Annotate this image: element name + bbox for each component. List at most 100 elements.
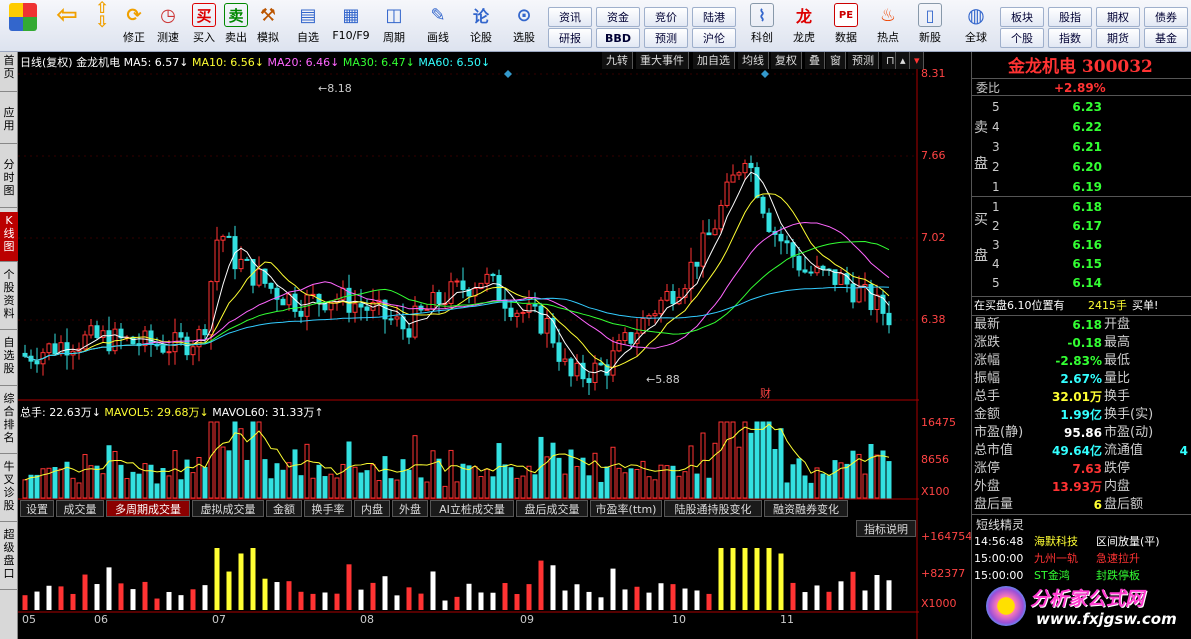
candle-body [94, 325, 100, 338]
ask-row[interactable]: 4 6.22 [972, 118, 1191, 136]
indicator-help-button[interactable]: 指标说明 [856, 520, 916, 537]
bonds-button[interactable]: 债券 [1144, 7, 1188, 27]
tab-nine-turn[interactable]: 九转 [602, 52, 633, 69]
sidebar-tab-ranking[interactable]: 综合排名 [0, 390, 18, 454]
volume-bar [190, 472, 196, 499]
tab-window[interactable]: 窗 [826, 52, 846, 69]
f10-button[interactable]: ▦ F10/F9 [330, 3, 372, 49]
indicator-tab-virtual-volume[interactable]: 虚拟成交量 [192, 500, 264, 517]
bbd-button[interactable]: BBD [596, 28, 640, 48]
bid-row[interactable]: 4 6.15 [972, 255, 1191, 273]
discuss-button[interactable]: 论论股 [464, 3, 498, 49]
indicator-tab-amount[interactable]: 金额 [266, 500, 302, 517]
indicator-tab-ai-volume[interactable]: AI立桩成交量 [430, 500, 514, 517]
bid-row[interactable]: 2 6.17 [972, 217, 1191, 235]
sidebar-tab-diagnosis[interactable]: 牛叉诊股 [0, 458, 18, 522]
sidebar-tab-apps[interactable]: 应用 [0, 104, 18, 144]
indicator-tab-pe-ttm[interactable]: 市盈率(ttm) [590, 500, 662, 517]
indicator-tab-after-hours[interactable]: 盘后成交量 [516, 500, 588, 517]
financial-marker[interactable]: 财 [760, 385, 771, 401]
index-button[interactable]: 指数 [1048, 28, 1092, 48]
futures-button[interactable]: 期货 [1096, 28, 1140, 48]
sidebar-tab-kline[interactable]: K线图 [0, 212, 18, 262]
price-tick: 7.02 [921, 231, 946, 244]
kline-chart-area[interactable]: 日线(复权) 金龙机电 MA5: 6.57↓ MA10: 6.56↓ MA20:… [18, 52, 972, 639]
forecast-button[interactable]: 预测 [644, 28, 688, 48]
research-button[interactable]: 研报 [548, 28, 592, 48]
screener-button[interactable]: ⊙ 选股 [504, 3, 544, 49]
fix-button[interactable]: ⟳ 修正 [118, 3, 150, 49]
lock-icon[interactable]: ⊓ [882, 52, 896, 69]
big-order-text: 在买盘6.10位置有 [974, 299, 1065, 312]
indicator-bar [502, 583, 508, 610]
options-button[interactable]: 期权 [1096, 7, 1140, 27]
ask-row[interactable]: 5 6.23 [972, 98, 1191, 116]
funds-button[interactable]: 基金 [1144, 28, 1188, 48]
indicator-tab-outer[interactable]: 外盘 [392, 500, 428, 517]
windows-button[interactable] [6, 3, 40, 49]
news-button[interactable]: 资讯 [548, 7, 592, 27]
indicator-tab-northbound[interactable]: 陆股通持股变化 [664, 500, 762, 517]
bid-price: 6.17 [1072, 219, 1102, 233]
indicator-tab-volume[interactable]: 成交量 [56, 500, 104, 517]
dragon-tiger-button[interactable]: 龙龙虎 [786, 3, 822, 49]
bid-row[interactable]: 3 6.16 [972, 236, 1191, 254]
sprite-row[interactable]: 15:00:00 九州一轨 急速拉升 [972, 550, 1191, 568]
sector-button[interactable]: 板块 [1000, 7, 1044, 27]
sprite-row[interactable]: 14:56:48 海默科技 区间放量(平) [972, 533, 1191, 551]
sidebar-tab-watchlist[interactable]: 自选股 [0, 334, 18, 386]
period-button[interactable]: ◫ 周期 [376, 3, 412, 49]
sell-button[interactable]: 卖卖出 [220, 3, 252, 49]
stat-row: 金额 1.99亿 换手(实) [972, 406, 1191, 424]
tab-add-watch[interactable]: 加自选 [693, 52, 735, 69]
ask-row[interactable]: 2 6.20 [972, 158, 1191, 176]
simulate-button[interactable]: ⚒ 模拟 [252, 3, 284, 49]
indicator-bar [238, 553, 244, 610]
updown-button[interactable]: ⇧ ⇩ [91, 0, 113, 49]
volume-bar [280, 469, 286, 499]
period-label[interactable]: 日线(复权) [20, 56, 73, 69]
sprite-title[interactable]: 短线精灵 [976, 516, 1024, 533]
simulate-label: 模拟 [257, 31, 279, 44]
indicator-tab-turnover[interactable]: 换手率 [304, 500, 352, 517]
indicator-tab-multi-period-volume[interactable]: 多周期成交量 [106, 500, 190, 517]
bid-row[interactable]: 5 6.14 [972, 274, 1191, 292]
indicator-tab-margin[interactable]: 融资融券变化 [764, 500, 848, 517]
speed-button[interactable]: ◷ 测速 [152, 3, 184, 49]
sidebar-tab-profile[interactable]: 个股资料 [0, 266, 18, 330]
fund-button[interactable]: 资金 [596, 7, 640, 27]
buy-button[interactable]: 买买入 [188, 3, 220, 49]
indicator-tab-settings[interactable]: 设置 [20, 500, 54, 517]
shlondon-button[interactable]: 沪伦 [692, 28, 736, 48]
indicator-tab-inner[interactable]: 内盘 [354, 500, 390, 517]
candle-body [724, 181, 730, 206]
auction-button[interactable]: 竞价 [644, 7, 688, 27]
volume-tick: 8656 [921, 453, 949, 466]
star-market-button[interactable]: ⌇ 科创 [744, 3, 780, 49]
ipo-button[interactable]: ▯ 新股 [912, 3, 948, 49]
back-button[interactable]: ⇦ [50, 0, 84, 49]
bid-row[interactable]: 1 6.18 [972, 198, 1191, 216]
hotspot-button[interactable]: ♨ 热点 [870, 3, 906, 49]
tab-overlay[interactable]: 叠 [805, 52, 825, 69]
tab-adjust[interactable]: 复权 [771, 52, 802, 69]
global-button[interactable]: ◍ 全球 [956, 3, 996, 49]
watchlist-button[interactable]: ▤ 自选 [290, 3, 326, 49]
candle-body [616, 340, 622, 352]
draw-button[interactable]: ✎ 画线 [420, 3, 456, 49]
data-button[interactable]: PE 数据 [828, 3, 864, 49]
ask-row[interactable]: 3 6.21 [972, 138, 1191, 156]
tab-ma[interactable]: 均线 [738, 52, 769, 69]
chevron-up-icon[interactable]: ▴ [896, 52, 910, 69]
stock-button[interactable]: 个股 [1000, 28, 1044, 48]
tab-major-events[interactable]: 重大事件 [636, 52, 689, 69]
tab-forecast[interactable]: 预测 [848, 52, 879, 69]
hkconnect-button[interactable]: 陆港 [692, 7, 736, 27]
ask-row[interactable]: 1 6.19 [972, 178, 1191, 196]
sidebar-tab-orderbook[interactable]: 超级盘口 [0, 526, 18, 590]
sidebar-tab-home[interactable]: 首页 [0, 52, 18, 92]
sidebar-tab-timeshare[interactable]: 分时图 [0, 156, 18, 208]
stock-index-button[interactable]: 股指 [1048, 7, 1092, 27]
volume-bar [424, 481, 430, 499]
kline-chart-svg[interactable] [18, 52, 971, 639]
